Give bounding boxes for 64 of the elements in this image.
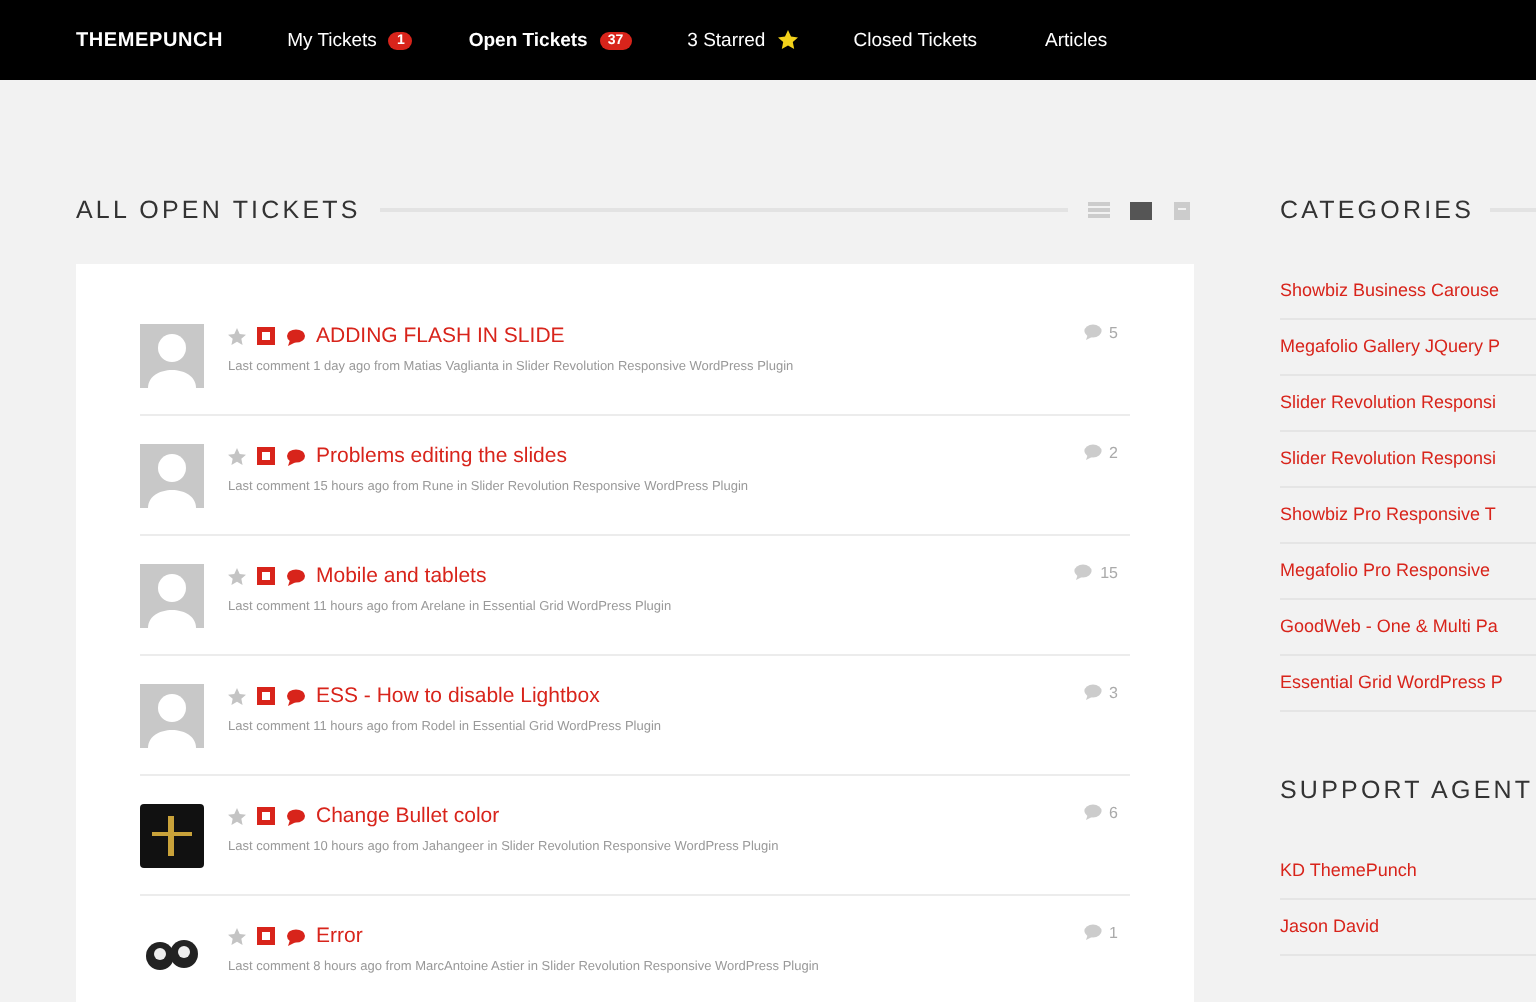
square-tag-icon: [256, 806, 276, 826]
section-title: SUPPORT AGENT: [1280, 776, 1534, 804]
default-avatar-icon: [140, 324, 204, 388]
square-tag-icon: [256, 686, 276, 706]
square-tag-icon: [256, 926, 276, 946]
nav-link[interactable]: Closed Tickets: [853, 29, 977, 51]
category-link[interactable]: Slider Revolution Responsi: [1280, 376, 1536, 432]
category-link[interactable]: Slider Revolution Responsi: [1280, 432, 1536, 488]
nav-link[interactable]: 3 Starred: [687, 29, 766, 51]
category-link[interactable]: Megafolio Pro Responsive: [1280, 544, 1536, 600]
comment-count: 3: [1109, 684, 1118, 702]
ticket-title-link[interactable]: Problems editing the slides: [316, 444, 567, 468]
star-icon[interactable]: [228, 447, 246, 465]
star-icon[interactable]: [228, 327, 246, 345]
comment-icon: [1083, 804, 1102, 820]
category-link[interactable]: Showbiz Pro Responsive T: [1280, 488, 1536, 544]
comment-icon: [1083, 324, 1102, 340]
agent-link[interactable]: Jason David: [1280, 900, 1536, 956]
ticket-title-link[interactable]: Error: [316, 924, 363, 948]
star-icon: [777, 30, 798, 50]
ticket-title-link[interactable]: Mobile and tablets: [316, 564, 487, 588]
star-icon[interactable]: [228, 927, 246, 945]
comment-count: 5: [1109, 324, 1118, 342]
square-tag-icon: [256, 326, 276, 346]
section-title: CATEGORIES: [1280, 196, 1475, 224]
square-tag-icon: [256, 446, 276, 466]
star-icon[interactable]: [228, 567, 246, 585]
star-icon[interactable]: [228, 687, 246, 705]
speech-bubble-icon: [286, 327, 306, 345]
category-link[interactable]: GoodWeb - One & Multi Pa: [1280, 600, 1536, 656]
list-view-icon[interactable]: [1088, 201, 1110, 219]
brand-logo: THEMEPUNCH: [76, 29, 224, 51]
default-avatar-icon: [140, 444, 204, 508]
nav-link[interactable]: Articles: [1045, 29, 1108, 51]
document-view-icon[interactable]: [1172, 201, 1194, 219]
ticket-title-link[interactable]: ADDING FLASH IN SLIDE: [316, 324, 565, 348]
comment-icon: [1083, 684, 1102, 700]
nav-link[interactable]: My Tickets: [287, 29, 377, 51]
speech-bubble-icon: [286, 447, 306, 465]
ticket-title-link[interactable]: Change Bullet color: [316, 804, 500, 828]
comment-icon: [1074, 564, 1093, 580]
agent-link[interactable]: KD ThemePunch: [1280, 844, 1536, 900]
category-link[interactable]: Megafolio Gallery JQuery P: [1280, 320, 1536, 376]
square-tag-icon: [256, 566, 276, 586]
speech-bubble-icon: [286, 807, 306, 825]
default-avatar-icon: [140, 684, 204, 748]
category-link[interactable]: Essential Grid WordPress P: [1280, 656, 1536, 712]
speech-bubble-icon: [286, 687, 306, 705]
comment-count: 1: [1109, 924, 1118, 942]
logo-avatar: [140, 804, 204, 868]
star-icon[interactable]: [228, 807, 246, 825]
ticket-title-link[interactable]: ESS - How to disable Lightbox: [316, 684, 600, 708]
default-avatar-icon: [140, 564, 204, 628]
category-link[interactable]: Showbiz Business Carouse: [1280, 264, 1536, 320]
speech-bubble-icon: [286, 567, 306, 585]
comment-count: 6: [1109, 804, 1118, 822]
section-title: ALL OPEN TICKETS: [76, 196, 361, 224]
comment-icon: [1083, 444, 1102, 460]
comment-count: 2: [1109, 444, 1118, 462]
comment-count: 15: [1100, 564, 1118, 582]
comment-icon: [1083, 924, 1102, 940]
speech-bubble-icon: [286, 927, 306, 945]
nav-link[interactable]: Open Tickets: [468, 29, 588, 51]
grid-view-icon[interactable]: [1130, 201, 1152, 219]
